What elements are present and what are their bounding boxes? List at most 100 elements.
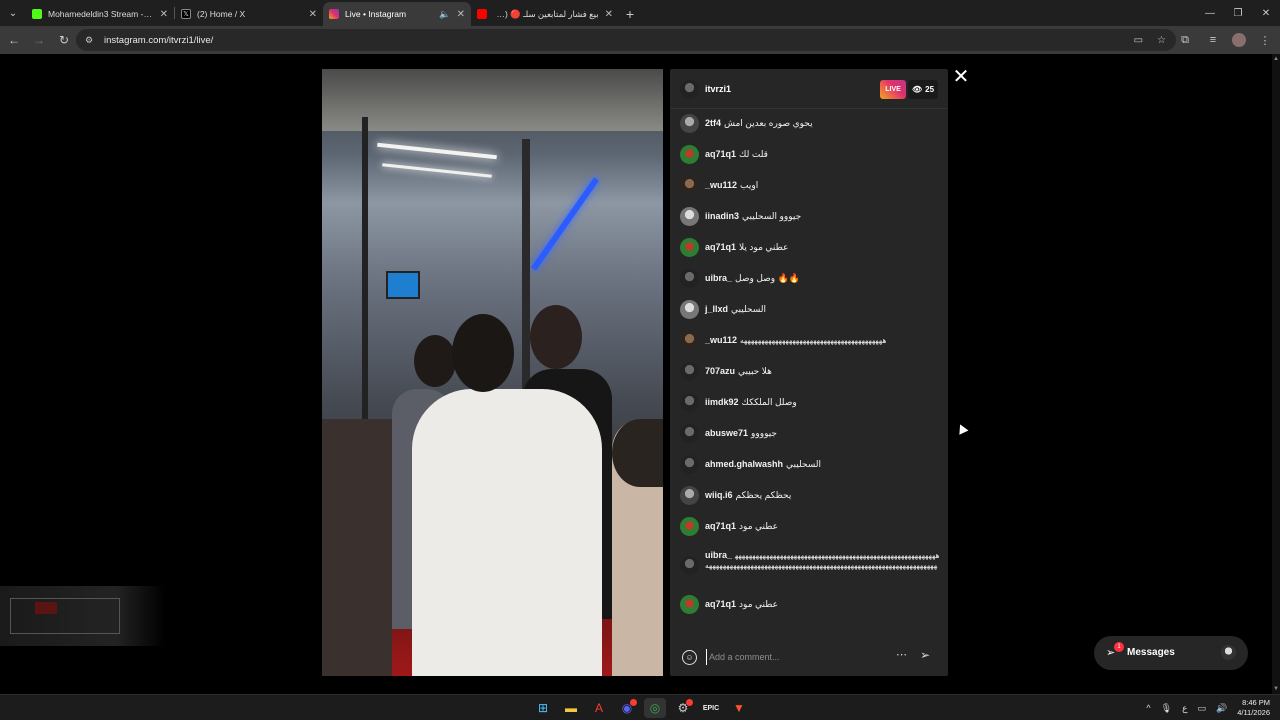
comment-username[interactable]: uibra_ — [705, 273, 732, 283]
mouse-cursor — [955, 422, 969, 435]
send-icon[interactable]: ➢ — [920, 648, 930, 662]
acrobat-icon[interactable]: A — [588, 698, 610, 718]
video-light — [377, 142, 497, 160]
comment-avatar[interactable] — [680, 455, 699, 474]
comment-avatar[interactable] — [680, 424, 699, 443]
tab-title: بيع فشار لمتابعين سلـ 🔴 (123) — [493, 8, 599, 19]
host-username[interactable]: itvrzi1 — [705, 84, 731, 94]
comment-input[interactable] — [706, 649, 886, 665]
comment-avatar[interactable] — [680, 114, 699, 133]
viewer-count[interactable]: 👁 25 — [908, 80, 938, 99]
comment-avatar[interactable] — [680, 238, 699, 257]
minimize-icon[interactable]: — — [1196, 0, 1224, 26]
epic-games-icon[interactable]: EPIC — [700, 698, 722, 718]
comment-username[interactable]: aq71q1 — [705, 242, 736, 252]
close-tab-icon[interactable]: ✕ — [309, 9, 317, 20]
live-badge: LIVE — [880, 80, 906, 99]
comment-username[interactable]: aq71q1 — [705, 149, 736, 159]
close-live-icon[interactable]: ✕ — [952, 67, 970, 87]
back-icon[interactable]: ← — [3, 29, 25, 51]
comment-username[interactable]: j_llxd — [705, 304, 728, 314]
comment-avatar[interactable] — [680, 331, 699, 350]
comment-text: عطني مود يلا — [739, 242, 789, 252]
address-bar[interactable]: ⚙ instagram.com/itvrzi1/live/ ▭ ☆ — [76, 29, 1176, 51]
file-explorer-icon[interactable]: ▬ — [560, 698, 582, 718]
comment-avatar[interactable] — [680, 393, 699, 412]
media-controls-icon[interactable]: ≡ — [1204, 29, 1222, 51]
comment-text: هلا حبيبي — [738, 366, 772, 376]
extensions-icon[interactable]: ⧉ — [1176, 29, 1194, 51]
video-person-head — [612, 419, 663, 487]
comment-avatar[interactable] — [680, 595, 699, 614]
new-tab-button[interactable]: + — [619, 2, 641, 26]
comment-username[interactable]: wiiq.i6 — [705, 490, 733, 500]
close-window-icon[interactable]: ✕ — [1252, 0, 1280, 26]
comment-text: هههههههههههههههههههههههههههههههههههههههه… — [705, 551, 940, 570]
site-info-icon[interactable]: ⚙ — [82, 33, 96, 47]
forward-icon[interactable]: → — [28, 29, 50, 51]
close-tab-icon[interactable]: ✕ — [160, 9, 168, 20]
close-tab-icon[interactable]: ✕ — [605, 9, 613, 20]
page-scrollbar[interactable]: ▲ ▼ — [1272, 54, 1280, 694]
language-indicator[interactable]: ع — [1182, 703, 1187, 714]
comment-username[interactable]: aq71q1 — [705, 521, 736, 531]
speaker-icon[interactable]: 🔈 — [439, 9, 450, 20]
profile-avatar[interactable] — [1232, 33, 1246, 47]
volume-icon[interactable]: 🔊 — [1216, 703, 1227, 714]
reload-icon[interactable]: ↻ — [53, 29, 75, 51]
comment-list[interactable]: 2tf4 يحوي صوره بعدين امش aq71q1 قلت لك _wu… — [670, 109, 948, 636]
comment-username[interactable]: aq71q1 — [705, 599, 736, 609]
comment-avatar[interactable] — [680, 145, 699, 164]
windows-start-icon[interactable]: ⊞ — [532, 698, 554, 718]
video-person-head — [530, 305, 582, 369]
comment-avatar[interactable] — [680, 556, 699, 575]
microphone-icon[interactable]: 🎙 — [1161, 703, 1172, 714]
live-video-stream[interactable] — [322, 69, 663, 676]
emoji-icon[interactable]: ☺ — [682, 650, 697, 665]
comment-avatar[interactable] — [680, 362, 699, 381]
video-person — [322, 419, 392, 676]
menu-kebab-icon[interactable]: ⋮ — [1256, 29, 1274, 51]
restore-icon[interactable]: ❐ — [1224, 0, 1252, 26]
more-options-icon[interactable]: ⋯ — [896, 648, 907, 661]
taskbar-apps: ⊞ ▬ A ◉ ◎ ⚙ EPIC ▼ — [532, 698, 750, 718]
tab-search-icon[interactable]: ⌄ — [0, 0, 26, 26]
comment-avatar[interactable] — [680, 176, 699, 195]
comment-username[interactable]: iinadin3 — [705, 211, 739, 221]
video-ceiling — [322, 69, 663, 131]
scroll-down-icon[interactable]: ▼ — [1273, 686, 1279, 692]
comment-username[interactable]: ahmed.ghalwashh — [705, 459, 783, 469]
tab-instagram[interactable]: Live • Instagram 🔈 ✕ — [323, 2, 471, 26]
url-text[interactable]: instagram.com/itvrzi1/live/ — [104, 35, 213, 46]
tab-kick[interactable]: Mohamedeldin3 Stream - Watc ✕ — [26, 2, 174, 26]
background-video-thumbnail — [0, 586, 165, 646]
tab-youtube[interactable]: بيع فشار لمتابعين سلـ 🔴 (123) ✕ — [471, 2, 619, 26]
comment-username[interactable]: _wu112 — [705, 180, 737, 190]
comment-avatar[interactable] — [680, 300, 699, 319]
comment-username[interactable]: abuswe71 — [705, 428, 748, 438]
tray-overflow-icon[interactable]: ^ — [1146, 703, 1150, 713]
tab-x[interactable]: 𝕏 (2) Home / X ✕ — [175, 2, 323, 26]
chrome-icon[interactable]: ◎ — [644, 698, 666, 718]
display-icon[interactable]: ▭ — [1197, 703, 1206, 714]
comment-username[interactable]: uibra_ — [705, 550, 732, 560]
comment-username[interactable]: _wu112 — [705, 335, 737, 345]
scroll-up-icon[interactable]: ▲ — [1273, 56, 1279, 62]
comment-avatar[interactable] — [680, 517, 699, 536]
bookmark-star-icon[interactable]: ☆ — [1157, 35, 1166, 46]
close-tab-icon[interactable]: ✕ — [457, 9, 465, 20]
comment-username[interactable]: 707azu — [705, 366, 735, 376]
cast-icon[interactable]: ▭ — [1134, 35, 1143, 46]
steam-icon[interactable]: ⚙ — [672, 698, 694, 718]
host-avatar[interactable] — [680, 80, 699, 99]
comment-username[interactable]: 2tf4 — [705, 118, 721, 128]
comment-username[interactable]: iimdk92 — [705, 397, 739, 407]
messages-button[interactable]: ➢ 1 Messages — [1094, 636, 1248, 670]
comment-avatar[interactable] — [680, 269, 699, 288]
clock[interactable]: 8:46 PM 4/11/2026 — [1237, 698, 1270, 718]
comment-avatar[interactable] — [680, 207, 699, 226]
comment-avatar[interactable] — [680, 486, 699, 505]
brave-icon[interactable]: ▼ — [728, 698, 750, 718]
comment-text: يحوي صوره بعدين امش — [724, 118, 813, 128]
discord-icon[interactable]: ◉ — [616, 698, 638, 718]
